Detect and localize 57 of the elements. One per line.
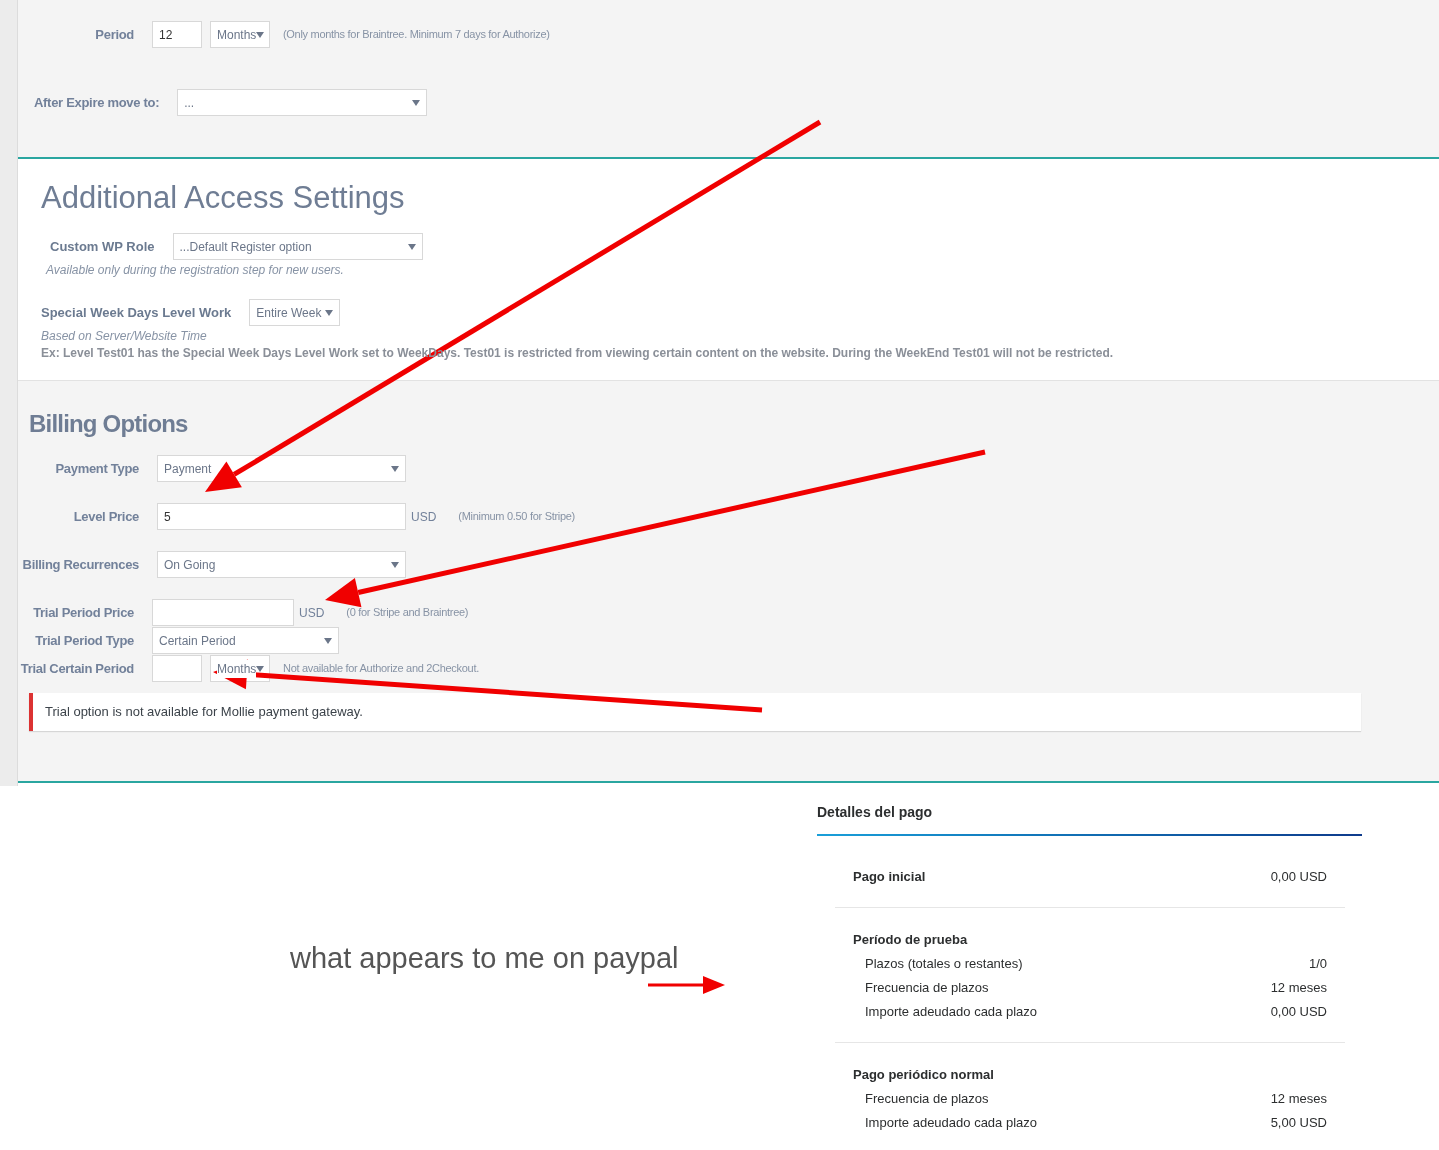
select-field[interactable]: On Going bbox=[157, 551, 406, 578]
group-title: Período de prueba bbox=[853, 931, 968, 950]
select-field[interactable]: Payment bbox=[157, 455, 406, 482]
detail-label: Importe adeudado cada plazo bbox=[865, 1114, 1037, 1133]
detail-value: 0,00 USD bbox=[1270, 1003, 1327, 1022]
currency-label: USD bbox=[411, 508, 437, 526]
panel-title: Detalles del pago bbox=[817, 803, 934, 822]
detail-value: 12 meses bbox=[1270, 1090, 1327, 1109]
hint-text: Not available for Authorize and 2Checkout. bbox=[283, 661, 479, 677]
dropdown-caret-icon bbox=[256, 31, 265, 38]
dropdown-caret-icon bbox=[391, 465, 399, 472]
select-field[interactable]: Certain Period bbox=[152, 627, 339, 654]
detail-label: Frecuencia de plazos bbox=[865, 1090, 989, 1109]
dropdown-caret-icon bbox=[391, 561, 399, 568]
dropdown-caret-icon bbox=[412, 99, 421, 106]
hint-text: (Only months for Braintree. Minimum 7 days for Authorize) bbox=[283, 27, 550, 43]
section-title: Additional Access Settings bbox=[41, 179, 406, 217]
detail-value: 1/0 bbox=[1308, 955, 1327, 974]
field-label: Level Price bbox=[72, 507, 139, 526]
field-label: Period bbox=[94, 25, 134, 44]
hint-text: Available only during the registration step for new users. bbox=[44, 262, 345, 278]
field-label: After Expire move to: bbox=[34, 93, 160, 112]
field-label: Billing Recurrences bbox=[21, 555, 139, 574]
input-field[interactable]: 5 bbox=[157, 503, 406, 530]
select-field[interactable]: ...Default Register option bbox=[172, 233, 423, 260]
field-label: Custom WP Role bbox=[50, 237, 155, 256]
dropdown-caret-icon bbox=[256, 665, 265, 672]
group-title: Pago inicial bbox=[853, 868, 926, 887]
dropdown-caret-icon bbox=[324, 637, 332, 644]
hint-text: (Minimum 0.50 for Stripe) bbox=[458, 509, 575, 525]
field-label: Trial Certain Period bbox=[19, 659, 134, 678]
notice-message: Trial option is not available for Mollie payment gateway. bbox=[29, 693, 1361, 731]
field-label: Special Week Days Level Work bbox=[41, 303, 232, 322]
input-field[interactable] bbox=[152, 655, 202, 682]
amount-text: 0,00 USD bbox=[1270, 868, 1327, 887]
currency-label: USD bbox=[299, 604, 325, 622]
hint-text: Based on Server/Website Time bbox=[41, 328, 208, 344]
detail-label: Frecuencia de plazos bbox=[865, 979, 989, 998]
dropdown-caret-icon bbox=[407, 243, 416, 250]
field-label: Payment Type bbox=[54, 459, 139, 478]
hint-text: (0 for Stripe and Braintree) bbox=[346, 605, 469, 621]
detail-value: 12 meses bbox=[1270, 979, 1327, 998]
caption-text: what appears to me on paypal bbox=[290, 942, 679, 974]
dropdown-caret-icon bbox=[325, 309, 334, 316]
input-field[interactable] bbox=[152, 599, 294, 626]
input-field[interactable]: 12 bbox=[152, 21, 202, 48]
field-label: Trial Period Price bbox=[32, 603, 134, 622]
select-field[interactable]: ... bbox=[177, 89, 428, 116]
select-field[interactable]: Months bbox=[210, 655, 270, 682]
detail-value: 5,00 USD bbox=[1270, 1114, 1327, 1133]
select-field[interactable]: Entire Week bbox=[249, 299, 341, 326]
group-title: Pago periódico normal bbox=[853, 1066, 994, 1085]
select-field[interactable]: Months bbox=[210, 21, 270, 48]
detail-label: Plazos (totales o restantes) bbox=[865, 955, 1023, 974]
detail-label: Importe adeudado cada plazo bbox=[865, 1003, 1037, 1022]
field-label: Trial Period Type bbox=[34, 631, 134, 650]
section-title: Billing Options bbox=[28, 409, 189, 439]
